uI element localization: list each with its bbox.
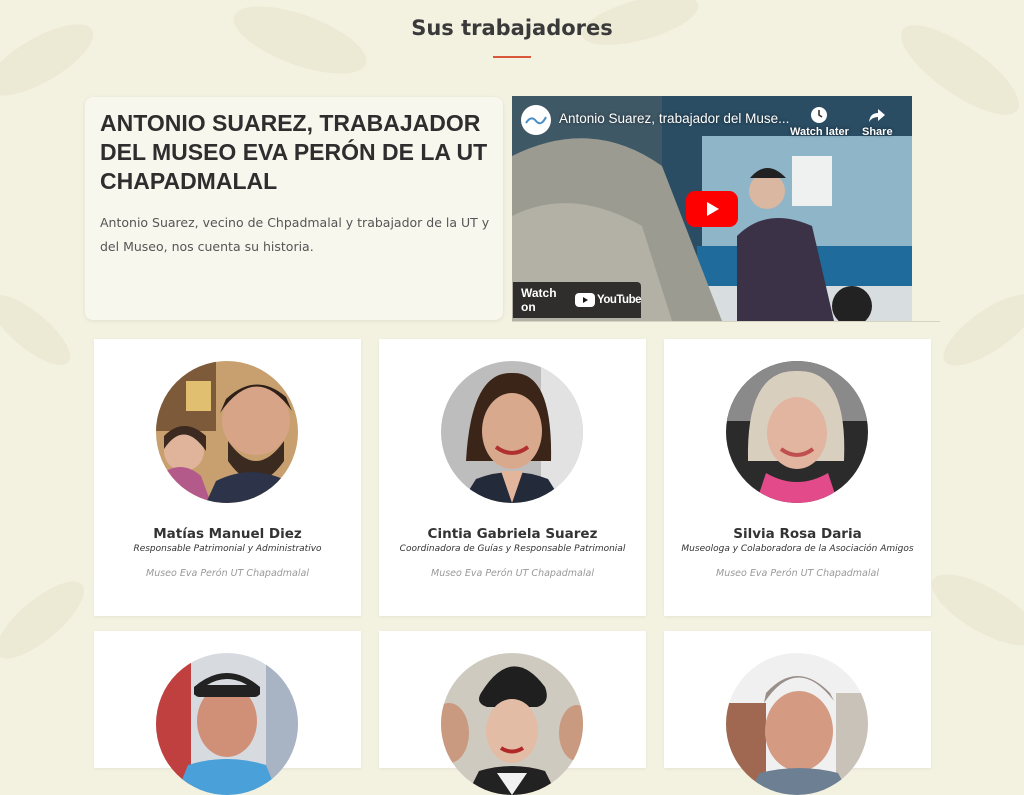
watch-on-label: Watch on: [521, 286, 557, 314]
play-button[interactable]: [686, 191, 738, 227]
worker-organization: Museo Eva Perón UT Chapadmalal: [431, 568, 594, 579]
share-button[interactable]: Share: [862, 106, 893, 138]
worker-photo: [441, 653, 583, 795]
worker-name: Matías Manuel Diez: [153, 526, 302, 542]
video-player[interactable]: Antonio Suarez, trabajador del Muse... W…: [512, 96, 912, 321]
clock-icon: [790, 106, 849, 126]
worker-photo: [726, 361, 868, 503]
divider: [512, 321, 940, 322]
worker-photo: [726, 653, 868, 795]
worker-name: Silvia Rosa Daria: [733, 526, 862, 542]
worker-photo: [156, 361, 298, 503]
watch-later-label: Watch later: [790, 126, 849, 138]
worker-card[interactable]: Silvia Rosa Daria Museologa y Colaborado…: [664, 339, 931, 616]
worker-photo: [156, 653, 298, 795]
worker-card[interactable]: [379, 631, 646, 795]
share-label: Share: [862, 126, 893, 138]
worker-photo: [441, 361, 583, 503]
feature-title: ANTONIO SUAREZ, TRABAJADOR DEL MUSEO EVA…: [100, 110, 488, 194]
watch-on-youtube-button[interactable]: Watch on YouTube: [513, 282, 641, 318]
feature-card: ANTONIO SUAREZ, TRABAJADOR DEL MUSEO EVA…: [85, 97, 503, 320]
worker-name: Cintia Gabriela Suarez: [427, 526, 598, 542]
worker-card[interactable]: Cintia Gabriela Suarez Coordinadora de G…: [379, 339, 646, 616]
watch-later-button[interactable]: Watch later: [790, 106, 849, 138]
worker-card[interactable]: [664, 631, 931, 795]
title-underline: [493, 56, 531, 58]
video-title[interactable]: Antonio Suarez, trabajador del Muse...: [559, 111, 789, 126]
youtube-logo: YouTube: [575, 293, 641, 307]
section-title: Sus trabajadores: [411, 16, 613, 40]
worker-role: Coordinadora de Guías y Responsable Patr…: [399, 544, 626, 554]
worker-organization: Museo Eva Perón UT Chapadmalal: [146, 568, 309, 579]
worker-organization: Museo Eva Perón UT Chapadmalal: [716, 568, 879, 579]
channel-avatar[interactable]: [521, 105, 551, 135]
worker-card[interactable]: [94, 631, 361, 795]
worker-role: Responsable Patrimonial y Administrativo: [133, 544, 322, 554]
worker-card[interactable]: Matías Manuel Diez Responsable Patrimoni…: [94, 339, 361, 616]
share-icon: [862, 106, 893, 126]
feature-description: Antonio Suarez, vecino de Chpadmalal y t…: [100, 215, 490, 254]
youtube-play-icon: [575, 293, 596, 307]
play-icon: [707, 202, 719, 216]
worker-role: Museologa y Colaboradora de la Asociació…: [681, 544, 914, 554]
